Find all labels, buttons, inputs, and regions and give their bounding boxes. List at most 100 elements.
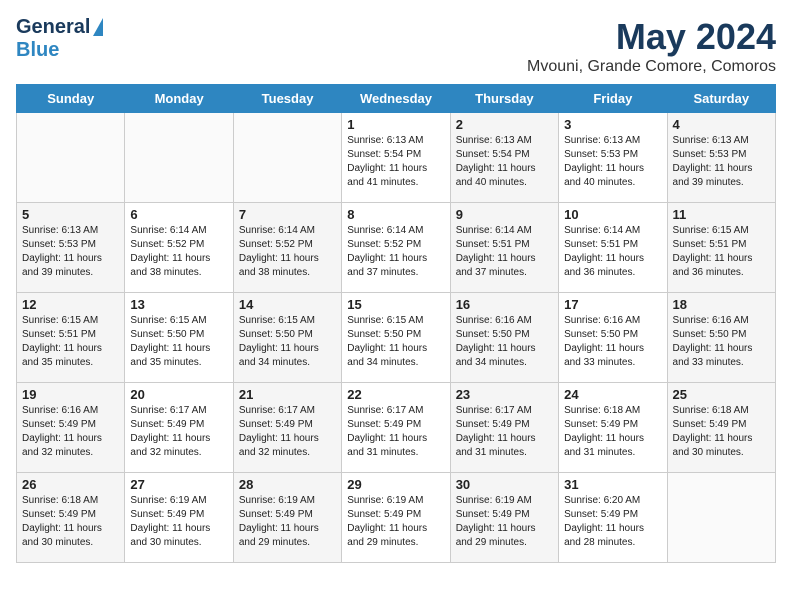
day-number: 12	[22, 297, 119, 312]
cell-info: Sunrise: 6:13 AM Sunset: 5:54 PM Dayligh…	[347, 134, 444, 190]
calendar-cell: 14 Sunrise: 6:15 AM Sunset: 5:50 PM Dayli…	[233, 293, 341, 383]
calendar-cell: 6 Sunrise: 6:14 AM Sunset: 5:52 PM Daylig…	[125, 203, 233, 293]
calendar-cell: 29 Sunrise: 6:19 AM Sunset: 5:49 PM Dayli…	[342, 473, 450, 563]
day-number: 31	[564, 477, 661, 492]
day-number: 25	[673, 387, 770, 402]
day-number: 10	[564, 207, 661, 222]
day-number: 21	[239, 387, 336, 402]
calendar-cell: 12 Sunrise: 6:15 AM Sunset: 5:51 PM Dayli…	[17, 293, 125, 383]
calendar-week-row: 1 Sunrise: 6:13 AM Sunset: 5:54 PM Daylig…	[17, 113, 776, 203]
day-number: 29	[347, 477, 444, 492]
cell-info: Sunrise: 6:14 AM Sunset: 5:52 PM Dayligh…	[130, 224, 227, 280]
calendar-cell: 8Sunrise: 6:14 AM Sunset: 5:52 PM Daylig…	[342, 203, 450, 293]
calendar-cell: 26 Sunrise: 6:18 AM Sunset: 5:49 PM Dayli…	[17, 473, 125, 563]
cell-info: Sunrise: 6:15 AM Sunset: 5:50 PM Dayligh…	[130, 314, 227, 370]
day-number: 30	[456, 477, 553, 492]
logo-triangle-icon	[93, 18, 103, 36]
day-number: 16	[456, 297, 553, 312]
cell-info: Sunrise: 6:19 AM Sunset: 5:49 PM Dayligh…	[347, 494, 444, 550]
calendar-cell: 10 Sunrise: 6:14 AM Sunset: 5:51 PM Dayli…	[559, 203, 667, 293]
cell-info: Sunrise: 6:18 AM Sunset: 5:49 PM Dayligh…	[673, 404, 770, 460]
title-area: May 2024 Mvouni, Grande Comore, Comoros	[527, 16, 776, 76]
cell-info: Sunrise: 6:20 AM Sunset: 5:49 PM Dayligh…	[564, 494, 661, 550]
day-number: 19	[22, 387, 119, 402]
calendar-cell: 22 Sunrise: 6:17 AM Sunset: 5:49 PM Dayli…	[342, 383, 450, 473]
cell-info: Sunrise: 6:14 AM Sunset: 5:51 PM Dayligh…	[456, 224, 553, 280]
calendar-cell	[667, 473, 775, 563]
logo: General Blue	[16, 16, 103, 62]
day-number: 11	[673, 207, 770, 222]
cell-info: Sunrise: 6:19 AM Sunset: 5:49 PM Dayligh…	[239, 494, 336, 550]
cell-info: Sunrise: 6:18 AM Sunset: 5:49 PM Dayligh…	[564, 404, 661, 460]
calendar-week-row: 12 Sunrise: 6:15 AM Sunset: 5:51 PM Dayli…	[17, 293, 776, 383]
cell-info: Sunrise: 6:19 AM Sunset: 5:49 PM Dayligh…	[456, 494, 553, 550]
calendar-cell: 23 Sunrise: 6:17 AM Sunset: 5:49 PM Dayli…	[450, 383, 558, 473]
page-header: General Blue May 2024 Mvouni, Grande Com…	[16, 16, 776, 76]
location-title: Mvouni, Grande Comore, Comoros	[527, 58, 776, 76]
calendar-cell: 3Sunrise: 6:13 AM Sunset: 5:53 PM Daylig…	[559, 113, 667, 203]
day-number: 26	[22, 477, 119, 492]
cell-info: Sunrise: 6:15 AM Sunset: 5:51 PM Dayligh…	[22, 314, 119, 370]
day-number: 14	[239, 297, 336, 312]
calendar-cell	[125, 113, 233, 203]
logo-blue: Blue	[16, 39, 59, 61]
cell-info: Sunrise: 6:15 AM Sunset: 5:51 PM Dayligh…	[673, 224, 770, 280]
day-number: 15	[347, 297, 444, 312]
calendar-cell: 1 Sunrise: 6:13 AM Sunset: 5:54 PM Daylig…	[342, 113, 450, 203]
cell-info: Sunrise: 6:14 AM Sunset: 5:52 PM Dayligh…	[347, 224, 444, 280]
cell-info: Sunrise: 6:14 AM Sunset: 5:51 PM Dayligh…	[564, 224, 661, 280]
cell-info: Sunrise: 6:18 AM Sunset: 5:49 PM Dayligh…	[22, 494, 119, 550]
cell-info: Sunrise: 6:16 AM Sunset: 5:50 PM Dayligh…	[456, 314, 553, 370]
calendar-cell: 24 Sunrise: 6:18 AM Sunset: 5:49 PM Dayli…	[559, 383, 667, 473]
cell-info: Sunrise: 6:13 AM Sunset: 5:53 PM Dayligh…	[22, 224, 119, 280]
day-number: 1	[347, 117, 444, 132]
cell-info: Sunrise: 6:15 AM Sunset: 5:50 PM Dayligh…	[239, 314, 336, 370]
calendar-cell: 16 Sunrise: 6:16 AM Sunset: 5:50 PM Dayli…	[450, 293, 558, 383]
calendar-cell: 7Sunrise: 6:14 AM Sunset: 5:52 PM Daylig…	[233, 203, 341, 293]
day-header-thursday: Thursday	[450, 85, 558, 113]
calendar-body: 1 Sunrise: 6:13 AM Sunset: 5:54 PM Daylig…	[17, 113, 776, 563]
day-number: 13	[130, 297, 227, 312]
cell-info: Sunrise: 6:16 AM Sunset: 5:50 PM Dayligh…	[564, 314, 661, 370]
day-number: 9	[456, 207, 553, 222]
cell-info: Sunrise: 6:17 AM Sunset: 5:49 PM Dayligh…	[130, 404, 227, 460]
cell-info: Sunrise: 6:13 AM Sunset: 5:54 PM Dayligh…	[456, 134, 553, 190]
day-number: 4	[673, 117, 770, 132]
day-number: 23	[456, 387, 553, 402]
calendar-week-row: 26 Sunrise: 6:18 AM Sunset: 5:49 PM Dayli…	[17, 473, 776, 563]
day-number: 5	[22, 207, 119, 222]
cell-info: Sunrise: 6:19 AM Sunset: 5:49 PM Dayligh…	[130, 494, 227, 550]
cell-info: Sunrise: 6:16 AM Sunset: 5:50 PM Dayligh…	[673, 314, 770, 370]
cell-info: Sunrise: 6:16 AM Sunset: 5:49 PM Dayligh…	[22, 404, 119, 460]
calendar-cell: 17Sunrise: 6:16 AM Sunset: 5:50 PM Dayli…	[559, 293, 667, 383]
day-header-wednesday: Wednesday	[342, 85, 450, 113]
day-number: 6	[130, 207, 227, 222]
calendar-cell: 30 Sunrise: 6:19 AM Sunset: 5:49 PM Dayli…	[450, 473, 558, 563]
day-number: 7	[239, 207, 336, 222]
day-number: 18	[673, 297, 770, 312]
calendar-week-row: 5 Sunrise: 6:13 AM Sunset: 5:53 PM Daylig…	[17, 203, 776, 293]
calendar-cell	[233, 113, 341, 203]
day-header-monday: Monday	[125, 85, 233, 113]
calendar-cell: 18 Sunrise: 6:16 AM Sunset: 5:50 PM Dayli…	[667, 293, 775, 383]
calendar-cell: 11 Sunrise: 6:15 AM Sunset: 5:51 PM Dayli…	[667, 203, 775, 293]
calendar-cell: 21Sunrise: 6:17 AM Sunset: 5:49 PM Dayli…	[233, 383, 341, 473]
day-number: 24	[564, 387, 661, 402]
cell-info: Sunrise: 6:17 AM Sunset: 5:49 PM Dayligh…	[347, 404, 444, 460]
day-number: 28	[239, 477, 336, 492]
calendar-cell: 25 Sunrise: 6:18 AM Sunset: 5:49 PM Dayli…	[667, 383, 775, 473]
calendar-header-row: SundayMondayTuesdayWednesdayThursdayFrid…	[17, 85, 776, 113]
day-header-sunday: Sunday	[17, 85, 125, 113]
calendar-cell: 27Sunrise: 6:19 AM Sunset: 5:49 PM Dayli…	[125, 473, 233, 563]
calendar-cell: 4Sunrise: 6:13 AM Sunset: 5:53 PM Daylig…	[667, 113, 775, 203]
cell-info: Sunrise: 6:13 AM Sunset: 5:53 PM Dayligh…	[564, 134, 661, 190]
day-header-friday: Friday	[559, 85, 667, 113]
calendar-week-row: 19 Sunrise: 6:16 AM Sunset: 5:49 PM Dayli…	[17, 383, 776, 473]
day-number: 22	[347, 387, 444, 402]
calendar-table: SundayMondayTuesdayWednesdayThursdayFrid…	[16, 84, 776, 563]
calendar-cell: 9 Sunrise: 6:14 AM Sunset: 5:51 PM Daylig…	[450, 203, 558, 293]
month-title: May 2024	[527, 16, 776, 58]
cell-info: Sunrise: 6:17 AM Sunset: 5:49 PM Dayligh…	[456, 404, 553, 460]
calendar-cell: 5 Sunrise: 6:13 AM Sunset: 5:53 PM Daylig…	[17, 203, 125, 293]
calendar-cell: 2Sunrise: 6:13 AM Sunset: 5:54 PM Daylig…	[450, 113, 558, 203]
